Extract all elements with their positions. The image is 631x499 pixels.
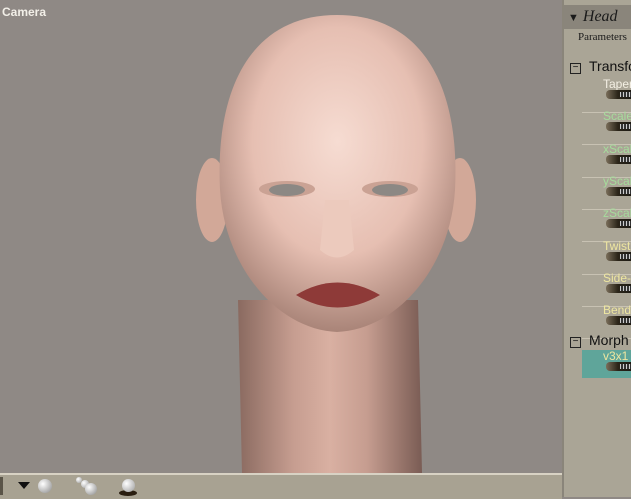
parameters-panel: ▼Head Parameters −Transform TaperScalexS… bbox=[562, 0, 631, 497]
param-label: Side-Side bbox=[603, 270, 631, 285]
dropdown-triangle-icon: ▼ bbox=[568, 12, 579, 24]
tab-parameters[interactable]: Parameters bbox=[578, 31, 627, 43]
actor-name: Head bbox=[582, 8, 618, 25]
dial-knob[interactable] bbox=[606, 251, 631, 261]
divider bbox=[0, 477, 3, 495]
collapse-icon[interactable]: − bbox=[570, 63, 581, 74]
param-label: v3x1 bbox=[603, 349, 629, 363]
light-sphere-icon[interactable] bbox=[38, 479, 52, 493]
param-dial-v3x1[interactable]: v3x1 bbox=[582, 349, 631, 378]
param-label: Taper bbox=[603, 77, 631, 91]
camera-label: Camera bbox=[2, 5, 47, 19]
group-transform[interactable]: −Transform bbox=[570, 58, 631, 74]
group-label: Morph bbox=[589, 332, 629, 348]
group-morph[interactable]: − Morph bbox=[570, 332, 629, 348]
param-label: Twist bbox=[603, 238, 631, 253]
param-label: yScale bbox=[603, 173, 631, 188]
dial-knob[interactable] bbox=[606, 122, 631, 132]
dial-knob[interactable] bbox=[606, 186, 631, 196]
3d-viewport[interactable]: Camera bbox=[0, 0, 562, 473]
param-label: Scale bbox=[603, 109, 631, 124]
render-sphere-icon[interactable] bbox=[119, 479, 137, 497]
collapse-icon[interactable]: − bbox=[570, 337, 581, 348]
param-label: Bend bbox=[603, 303, 631, 318]
bottom-toolbar bbox=[0, 473, 562, 499]
dial-knob[interactable] bbox=[606, 154, 631, 164]
param-label: xScale bbox=[603, 141, 631, 156]
param-label: zScale bbox=[603, 206, 631, 221]
dial-knob[interactable] bbox=[606, 90, 631, 99]
group-label: Transform bbox=[589, 58, 631, 74]
dial-knob[interactable] bbox=[606, 219, 631, 229]
multi-light-icon[interactable] bbox=[76, 477, 98, 495]
menu-triangle-icon[interactable] bbox=[18, 482, 30, 489]
dial-knob[interactable] bbox=[606, 283, 631, 293]
dial-knob[interactable] bbox=[606, 316, 631, 326]
dial-knob[interactable] bbox=[606, 362, 631, 371]
actor-menu[interactable]: ▼ Head bbox=[564, 5, 631, 29]
head-model bbox=[196, 15, 476, 473]
